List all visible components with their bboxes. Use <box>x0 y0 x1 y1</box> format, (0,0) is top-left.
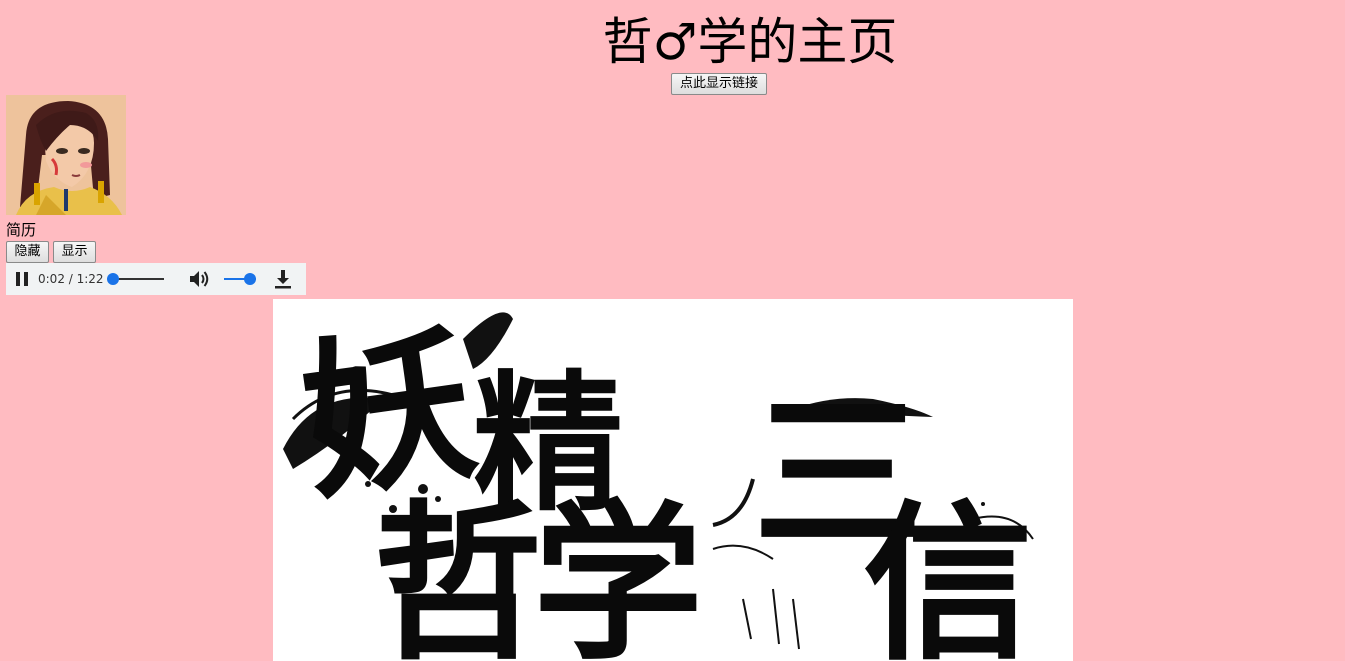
page-title: 哲♂学的主页 <box>602 13 898 71</box>
resume-label: 简历 <box>6 221 37 239</box>
banner-char: 哲 <box>373 484 544 661</box>
show-button[interactable]: 显示 <box>53 241 96 263</box>
audio-time: 0:02 / 1:22 <box>38 272 104 286</box>
audio-player: 0:02 / 1:22 <box>6 263 306 295</box>
pause-icon[interactable] <box>14 271 30 287</box>
banner-char: 学 <box>533 484 704 661</box>
calligraphy-banner-image: 妖 精 哲 学 三 信 <box>273 299 1073 661</box>
banner-char: 信 <box>863 484 1034 661</box>
volume-slider[interactable] <box>224 272 256 286</box>
volume-icon[interactable] <box>188 268 210 290</box>
avatar-image <box>6 95 126 215</box>
avatar <box>6 95 126 215</box>
banner-char: 妖 <box>289 303 487 525</box>
show-links-button[interactable]: 点此显示链接 <box>671 73 767 95</box>
audio-progress-slider[interactable] <box>107 272 164 286</box>
download-icon[interactable] <box>274 269 294 289</box>
hide-button[interactable]: 隐藏 <box>6 241 49 263</box>
